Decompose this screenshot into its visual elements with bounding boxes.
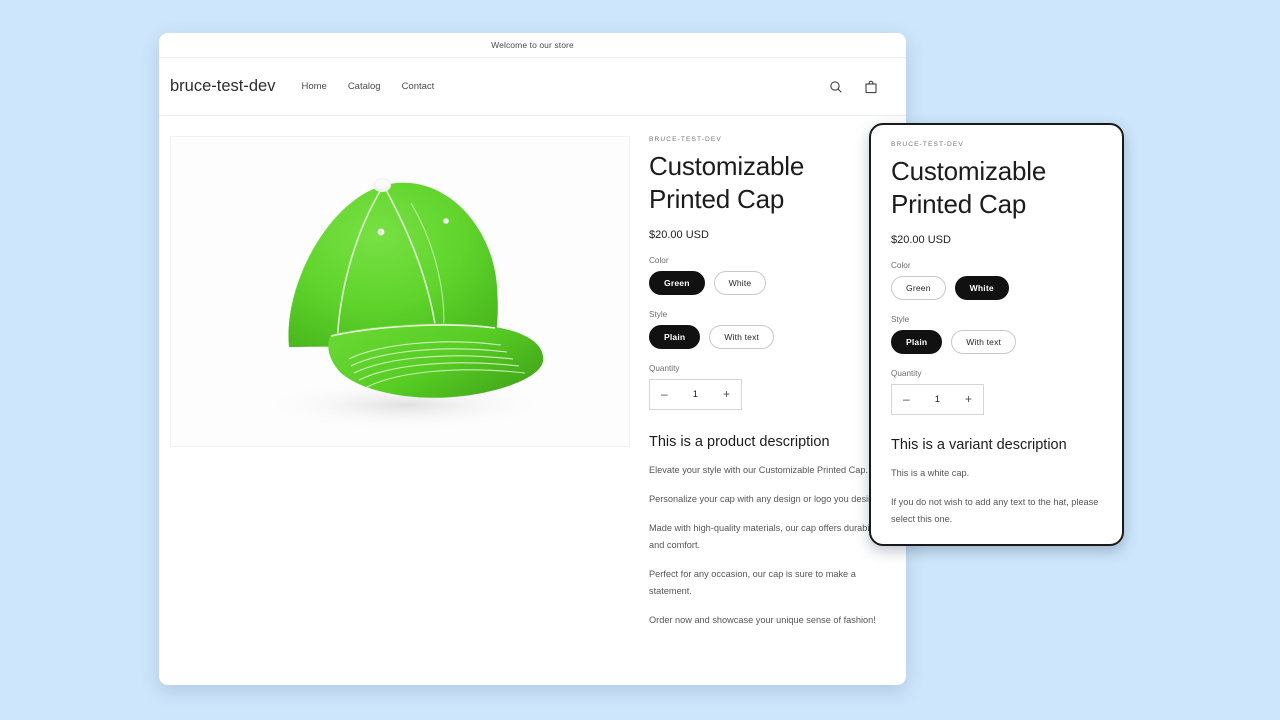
page-title: Customizable Printed Cap <box>649 150 881 217</box>
overlay-quantity-section: Quantity – 1 + <box>891 369 1102 415</box>
option-style-with-text[interactable]: With text <box>709 325 774 349</box>
overlay-option-color-white[interactable]: White <box>955 276 1009 300</box>
overlay-option-style-with-text[interactable]: With text <box>951 330 1016 354</box>
product-price: $20.00 USD <box>649 229 881 241</box>
overlay-option-group-color: Green White <box>891 276 1102 300</box>
nav-link-catalog[interactable]: Catalog <box>348 81 381 92</box>
option-style-plain[interactable]: Plain <box>649 325 700 349</box>
search-icon[interactable] <box>828 79 844 95</box>
quantity-value[interactable]: 1 <box>693 389 698 400</box>
option-label-color: Color <box>649 256 881 265</box>
green-cap-illustration <box>171 137 630 447</box>
browser-window: Welcome to our store bruce-test-dev Home… <box>159 33 906 685</box>
overlay-option-color-green[interactable]: Green <box>891 276 946 300</box>
overlay-product-vendor: BRUCE-TEST-DEV <box>891 141 1102 148</box>
nav-link-home[interactable]: Home <box>301 81 326 92</box>
product-vendor: BRUCE-TEST-DEV <box>649 136 881 143</box>
shopping-bag-icon[interactable] <box>863 79 879 95</box>
option-color-white[interactable]: White <box>714 271 767 295</box>
overlay-quantity-label: Quantity <box>891 369 1102 378</box>
announcement-text: Welcome to our store <box>491 40 574 50</box>
option-label-style: Style <box>649 310 881 319</box>
main-nav: Home Catalog Contact <box>301 81 434 92</box>
overlay-option-label-style: Style <box>891 315 1102 324</box>
overlay-description-paragraph: If you do not wish to add any text to th… <box>891 494 1102 528</box>
description-paragraph: Made with high-quality materials, our ca… <box>649 520 881 554</box>
nav-link-contact[interactable]: Contact <box>402 81 435 92</box>
product-info: BRUCE-TEST-DEV Customizable Printed Cap … <box>649 136 881 629</box>
product-image-frame[interactable] <box>170 136 630 447</box>
quantity-label: Quantity <box>649 364 881 373</box>
overlay-option-label-color: Color <box>891 261 1102 270</box>
announcement-bar: Welcome to our store <box>159 33 906 58</box>
overlay-quantity-increment-button[interactable]: + <box>965 393 972 405</box>
quantity-increment-button[interactable]: + <box>723 388 730 400</box>
header-actions <box>828 79 879 95</box>
overlay-page-title: Customizable Printed Cap <box>891 155 1102 222</box>
description-paragraph: Perfect for any occasion, our cap is sur… <box>649 566 881 600</box>
quantity-decrement-button[interactable]: – <box>661 388 668 400</box>
description-heading: This is a product description <box>649 434 881 450</box>
product-image <box>171 137 629 446</box>
product-page: BRUCE-TEST-DEV Customizable Printed Cap … <box>159 116 906 629</box>
overlay-description-heading: This is a variant description <box>891 437 1102 453</box>
overlay-quantity-value[interactable]: 1 <box>935 394 940 405</box>
site-header: bruce-test-dev Home Catalog Contact <box>159 58 906 116</box>
description-paragraph: Personalize your cap with any design or … <box>649 491 881 508</box>
description-paragraph: Order now and showcase your unique sense… <box>649 612 881 629</box>
description-paragraph: Elevate your style with our Customizable… <box>649 462 881 479</box>
option-group-style: Plain With text <box>649 325 881 349</box>
overlay-option-style-plain[interactable]: Plain <box>891 330 942 354</box>
quantity-section: Quantity – 1 + <box>649 364 881 410</box>
overlay-quantity-stepper[interactable]: – 1 + <box>891 384 984 415</box>
variant-preview-card: BRUCE-TEST-DEV Customizable Printed Cap … <box>869 123 1124 546</box>
overlay-product-price: $20.00 USD <box>891 234 1102 246</box>
option-color-green[interactable]: Green <box>649 271 705 295</box>
store-logo[interactable]: bruce-test-dev <box>170 77 275 96</box>
overlay-quantity-decrement-button[interactable]: – <box>903 393 910 405</box>
page-root: Welcome to our store bruce-test-dev Home… <box>0 0 1280 720</box>
overlay-option-group-style: Plain With text <box>891 330 1102 354</box>
overlay-description-paragraph: This is a white cap. <box>891 465 1102 482</box>
option-group-color: Green White <box>649 271 881 295</box>
quantity-stepper[interactable]: – 1 + <box>649 379 742 410</box>
